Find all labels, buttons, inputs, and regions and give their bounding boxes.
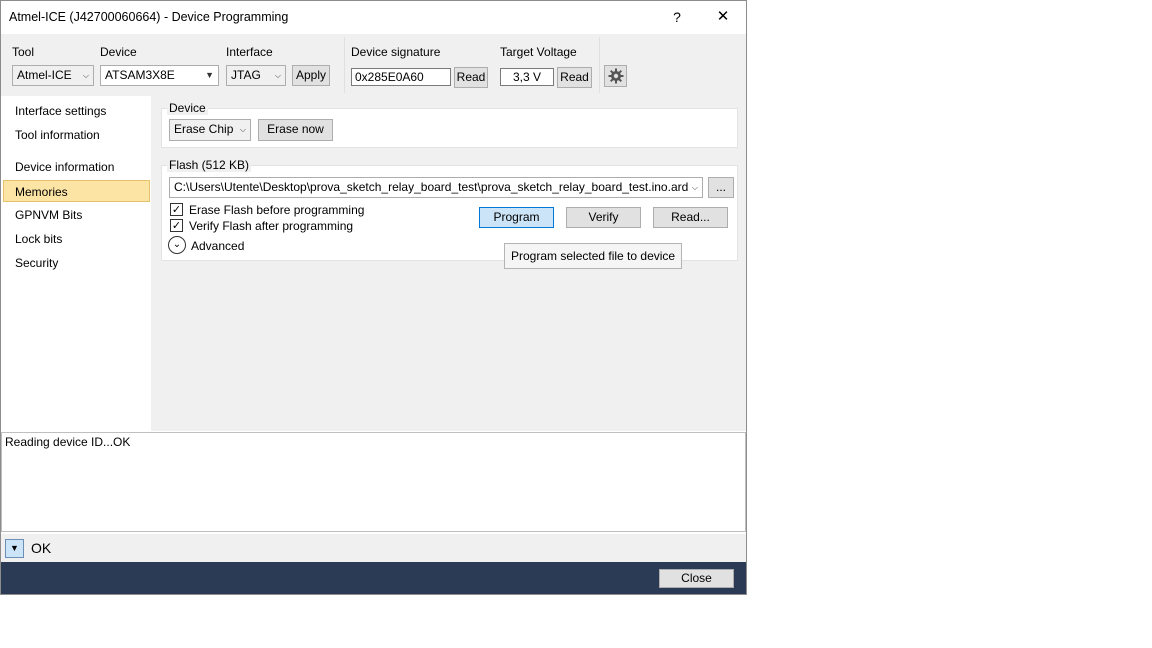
device-programming-window: Atmel-ICE (J42700060664) - Device Progra… [0, 0, 747, 595]
verify-after-label: Verify Flash after programming [189, 219, 354, 233]
sidebar-item-device-information[interactable]: Device information [3, 156, 150, 178]
verify-button[interactable]: Verify [566, 207, 641, 228]
gear-icon [608, 68, 623, 84]
verify-after-checkbox[interactable]: ✓ [170, 219, 183, 232]
chevron-down-icon: ⌵ [82, 71, 89, 80]
advanced-expand-icon[interactable]: ⌄ [168, 236, 186, 254]
advanced-label[interactable]: Advanced [191, 239, 244, 253]
tool-select[interactable]: Atmel-ICE ⌵ [12, 65, 94, 86]
sidebar-item-gpnvm-bits[interactable]: GPNVM Bits [3, 204, 150, 226]
interface-select-value: JTAG [231, 68, 261, 82]
title-bar: Atmel-ICE (J42700060664) - Device Progra… [1, 1, 746, 34]
device-select-value: ATSAM3X8E [105, 68, 175, 82]
read-voltage-button[interactable]: Read [557, 67, 592, 88]
checkmark-icon: ✓ [171, 204, 182, 216]
flash-file-select[interactable]: C:\Users\Utente\Desktop\prova_sketch_rel… [169, 177, 703, 198]
sidebar-item-memories[interactable]: Memories [3, 180, 150, 202]
checkmark-icon: ✓ [171, 220, 182, 232]
status-bar [1, 534, 746, 562]
erase-now-button[interactable]: Erase now [258, 119, 333, 141]
window-title: Atmel-ICE (J42700060664) - Device Progra… [9, 10, 289, 24]
program-button[interactable]: Program [479, 207, 554, 228]
footer-bar [1, 562, 746, 594]
chevron-down-icon: ⌵ [274, 71, 281, 80]
sidebar-item-security[interactable]: Security [3, 252, 150, 274]
flash-group-label: Flash (512 KB) [167, 158, 252, 172]
device-signature-field[interactable]: 0x285E0A60 [351, 68, 451, 86]
close-button[interactable]: Close [659, 569, 734, 588]
program-tooltip: Program selected file to device [504, 243, 683, 269]
dropdown-arrow-icon: ▼ [205, 70, 214, 80]
chevron-down-icon: ⌵ [239, 125, 246, 134]
chevron-down-icon: ⌵ [688, 178, 698, 197]
browse-file-button[interactable]: ... [708, 177, 734, 198]
erase-before-checkbox[interactable]: ✓ [170, 203, 183, 216]
erase-mode-value: Erase Chip [174, 122, 234, 136]
device-signature-label: Device signature [351, 45, 441, 59]
output-log: Reading device ID...OK [1, 432, 746, 532]
sidebar-item-tool-information[interactable]: Tool information [3, 124, 150, 146]
sidebar-item-interface-settings[interactable]: Interface settings [3, 100, 150, 122]
target-voltage-field[interactable]: 3,3 V [500, 68, 554, 86]
log-line: Reading device ID...OK [5, 435, 131, 449]
tool-select-value: Atmel-ICE [17, 68, 72, 82]
status-text: OK [31, 540, 52, 556]
erase-before-label: Erase Flash before programming [189, 203, 365, 217]
tool-label: Tool [12, 45, 35, 59]
settings-button[interactable] [604, 65, 627, 87]
help-button[interactable]: ? [657, 5, 697, 29]
read-signature-button[interactable]: Read [454, 67, 488, 88]
interface-select[interactable]: JTAG ⌵ [226, 65, 286, 86]
close-window-button[interactable]: ✕ [703, 5, 743, 29]
device-select[interactable]: ATSAM3X8E ▼ [100, 65, 219, 86]
read-flash-button[interactable]: Read... [653, 207, 728, 228]
dropdown-arrow-icon: ▼ [10, 543, 19, 553]
target-voltage-label: Target Voltage [500, 45, 577, 59]
sidebar-item-lock-bits[interactable]: Lock bits [3, 228, 150, 250]
flash-file-path: C:\Users\Utente\Desktop\prova_sketch_rel… [174, 180, 698, 194]
apply-button[interactable]: Apply [292, 65, 330, 86]
device-label: Device [100, 45, 137, 59]
interface-label: Interface [226, 45, 273, 59]
erase-mode-select[interactable]: Erase Chip ⌵ [169, 119, 251, 141]
expand-log-button[interactable]: ▼ [5, 539, 24, 558]
device-group-label: Device [167, 101, 208, 115]
